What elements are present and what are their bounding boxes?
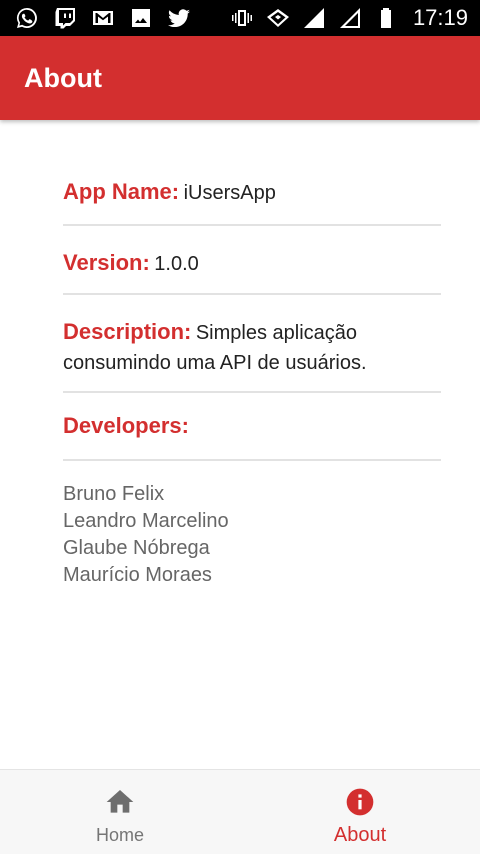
developers-label: Developers:	[63, 413, 189, 438]
signal-icon	[301, 6, 327, 30]
gallery-icon	[128, 6, 154, 30]
about-content: App Name: iUsersApp Version: 1.0.0 Descr…	[63, 120, 441, 589]
developers-row: Developers:	[63, 393, 441, 461]
developer-name: Leandro Marcelino	[63, 510, 229, 532]
home-icon	[104, 786, 136, 818]
nav-about-label: About	[333, 824, 387, 846]
nav-item-home[interactable]: Home	[0, 770, 240, 854]
wifi-icon	[265, 6, 291, 30]
version-row: Version: 1.0.0	[63, 226, 441, 295]
page-title: About	[24, 62, 102, 93]
whatsapp-icon	[14, 6, 40, 30]
developer-name: Maurício Moraes	[63, 564, 212, 586]
developers-list: Bruno Felix Leandro Marcelino Glaube Nób…	[63, 461, 441, 589]
notification-icons	[14, 6, 192, 30]
bottom-navigation: Home About	[0, 769, 480, 854]
developer-name: Bruno Felix	[63, 483, 165, 505]
nav-item-about[interactable]: About	[240, 770, 480, 854]
description-row: Description: Simples aplicação consumind…	[63, 295, 441, 393]
battery-icon	[373, 6, 399, 30]
status-bar: 17:19	[0, 0, 480, 36]
twitter-icon	[166, 6, 192, 30]
nav-home-label: Home	[95, 825, 144, 845]
clock: 17:19	[412, 5, 468, 30]
app-name-row: App Name: iUsersApp	[63, 120, 441, 226]
version-label: Version:	[63, 250, 150, 275]
app-name-label: App Name:	[63, 179, 180, 204]
app-name-value: iUsersApp	[183, 182, 276, 204]
info-icon	[344, 786, 376, 818]
app-bar: About	[0, 36, 480, 120]
vibrate-icon	[229, 6, 255, 30]
gmail-icon	[90, 6, 116, 30]
signal-icon	[337, 6, 363, 30]
description-label: Description:	[63, 319, 192, 344]
developer-name: Glaube Nóbrega	[63, 537, 210, 559]
system-icons: 17:19	[229, 5, 468, 31]
twitch-icon	[52, 6, 78, 30]
version-value: 1.0.0	[154, 253, 199, 275]
